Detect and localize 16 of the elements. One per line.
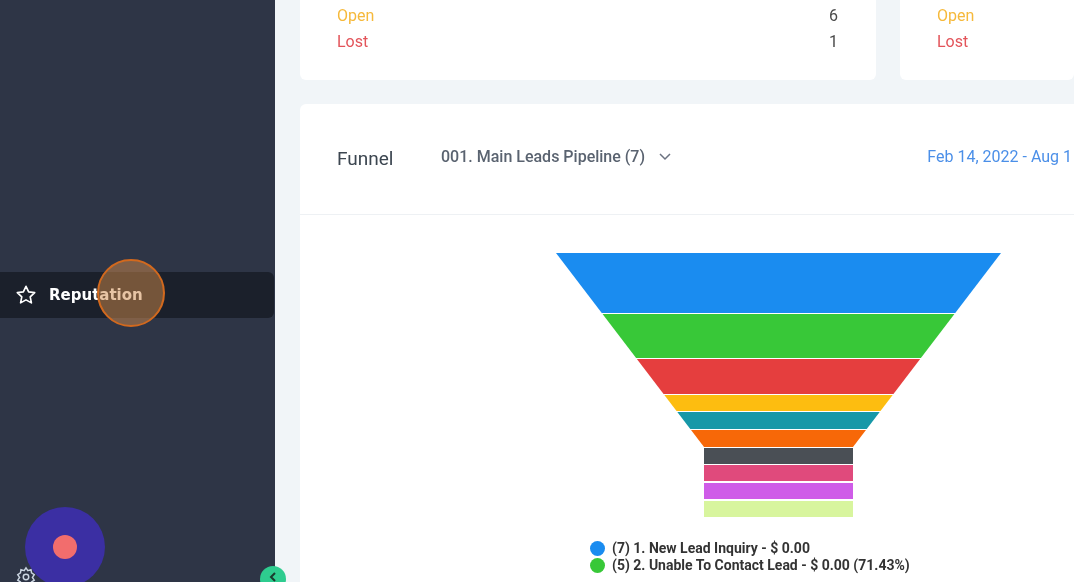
legend-label: (7) 1. New Lead Inquiry - $ 0.00 (612, 540, 810, 557)
date-range[interactable]: Feb 14, 2022 - Aug 1 (927, 145, 1072, 169)
chevron-left-icon (268, 572, 278, 582)
status-count: 6 (829, 5, 839, 26)
pipeline-dropdown[interactable]: 001. Main Leads Pipeline (7) (441, 145, 672, 169)
status-count: 1 (829, 31, 839, 52)
card-title: Funnel (337, 145, 395, 172)
settings-icon (15, 566, 37, 582)
status-label: Open (337, 5, 375, 26)
chevron-down-icon (659, 153, 672, 161)
legend-label: (5) 2. Unable To Contact Lead - $ 0.00 (71.43%) (612, 557, 910, 574)
status-label: Lost (337, 31, 369, 52)
status-label: Open (937, 5, 975, 26)
status-label: Lost (937, 31, 969, 52)
star-icon (15, 284, 37, 306)
record-icon (53, 535, 77, 559)
